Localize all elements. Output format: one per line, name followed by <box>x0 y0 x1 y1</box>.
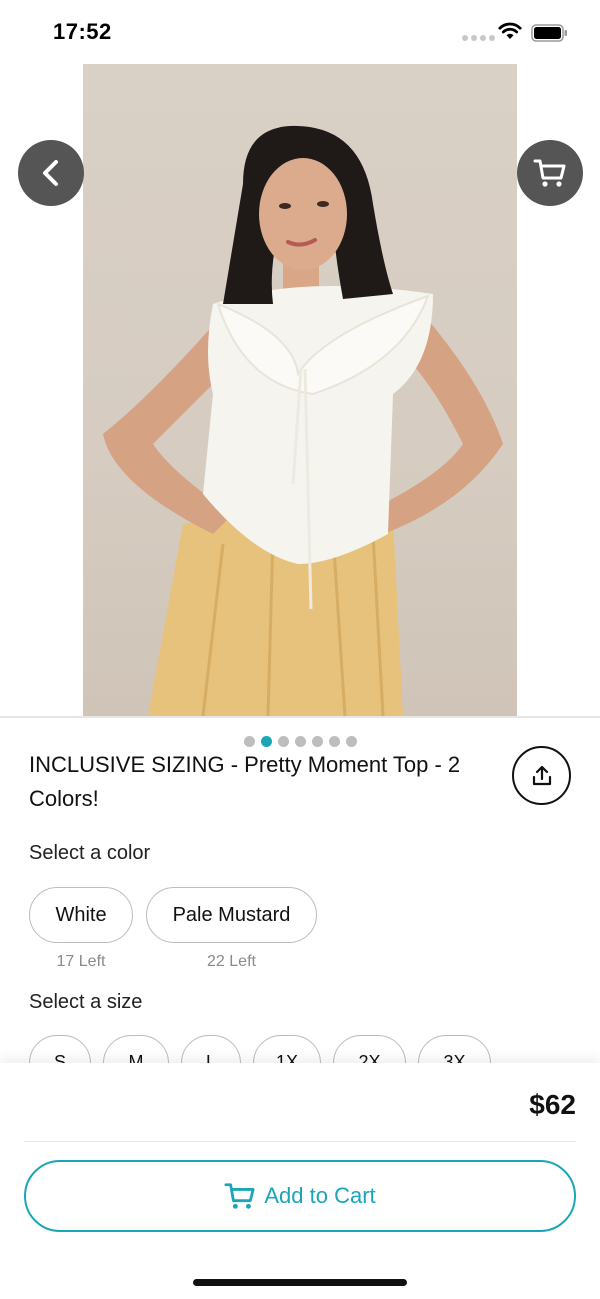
size-section-label: Select a size <box>29 991 143 1013</box>
color-option-white[interactable]: White <box>29 887 133 943</box>
back-button[interactable] <box>18 140 84 206</box>
share-icon <box>532 765 551 785</box>
battery-icon <box>531 24 567 42</box>
product-price: $62 <box>529 1089 576 1120</box>
divider <box>0 716 600 718</box>
product-image-carousel[interactable] <box>0 64 600 757</box>
divider <box>24 1141 576 1142</box>
checkout-panel: $62 Add to Cart <box>0 1063 600 1299</box>
pager-dot[interactable] <box>294 736 306 747</box>
signal-dots-icon <box>462 35 495 41</box>
color-option-pale-mustard[interactable]: Pale Mustard <box>146 887 317 943</box>
pager-dot[interactable] <box>328 736 340 747</box>
pager-dot[interactable] <box>277 736 289 747</box>
chevron-left-icon <box>43 160 58 186</box>
status-bar: 17:52 <box>0 0 600 64</box>
cart-button[interactable] <box>517 140 583 206</box>
pager-dot-active[interactable] <box>260 736 272 747</box>
status-time: 17:52 <box>53 19 112 44</box>
cart-icon <box>224 1183 255 1209</box>
add-to-cart-label: Add to Cart <box>264 1183 376 1208</box>
pager-dot[interactable] <box>345 736 357 747</box>
size-option-2x[interactable]: 2X <box>333 1035 406 1065</box>
pager-dot[interactable] <box>311 736 323 747</box>
cart-icon <box>533 159 566 187</box>
size-option-1x[interactable]: 1X <box>253 1035 321 1065</box>
color-section-label: Select a color <box>29 842 151 864</box>
size-option-m[interactable]: M <box>103 1035 169 1065</box>
share-button[interactable] <box>512 746 571 805</box>
size-option-l[interactable]: L <box>181 1035 241 1065</box>
size-option-3x[interactable]: 3X <box>418 1035 491 1065</box>
product-title: INCLUSIVE SIZING - Pretty Moment Top - 2… <box>29 752 461 811</box>
add-to-cart-button[interactable]: Add to Cart <box>24 1160 576 1232</box>
size-option-s[interactable]: S <box>29 1035 91 1065</box>
wifi-icon <box>498 22 522 39</box>
stock-count-white: 17 Left <box>56 953 106 970</box>
product-photo <box>83 64 517 716</box>
stock-count-pale-mustard: 22 Left <box>207 953 256 970</box>
home-indicator <box>193 1279 407 1286</box>
size-options: S M L 1X 2X 3X <box>0 1035 600 1065</box>
pager-dot[interactable] <box>243 736 255 747</box>
